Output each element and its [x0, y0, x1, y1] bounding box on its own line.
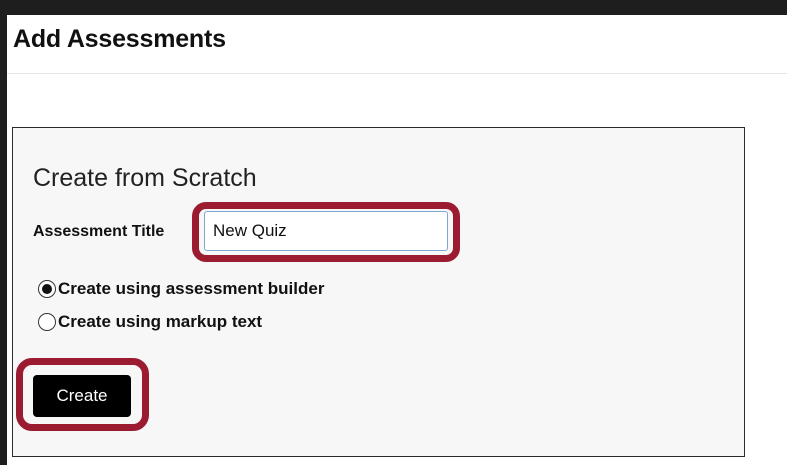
window-top-bar — [0, 0, 787, 15]
create-from-scratch-panel: Create from Scratch Assessment Title Cre… — [12, 127, 745, 457]
title-divider — [7, 73, 787, 74]
radio-assessment-builder[interactable] — [38, 280, 56, 298]
page-content: Add Assessments Create from Scratch Asse… — [7, 15, 787, 465]
panel-heading: Create from Scratch — [33, 164, 257, 192]
radio-markup-text[interactable] — [38, 313, 56, 331]
assessment-title-input[interactable] — [204, 211, 448, 251]
option-assessment-builder-label: Create using assessment builder — [58, 279, 325, 298]
page-title: Add Assessments — [13, 25, 226, 53]
create-button[interactable]: Create — [33, 375, 131, 417]
assessment-title-label: Assessment Title — [33, 223, 165, 240]
option-assessment-builder[interactable]: Create using assessment builder — [38, 279, 324, 299]
option-markup-text-label: Create using markup text — [58, 312, 263, 331]
option-markup-text[interactable]: Create using markup text — [38, 312, 262, 332]
